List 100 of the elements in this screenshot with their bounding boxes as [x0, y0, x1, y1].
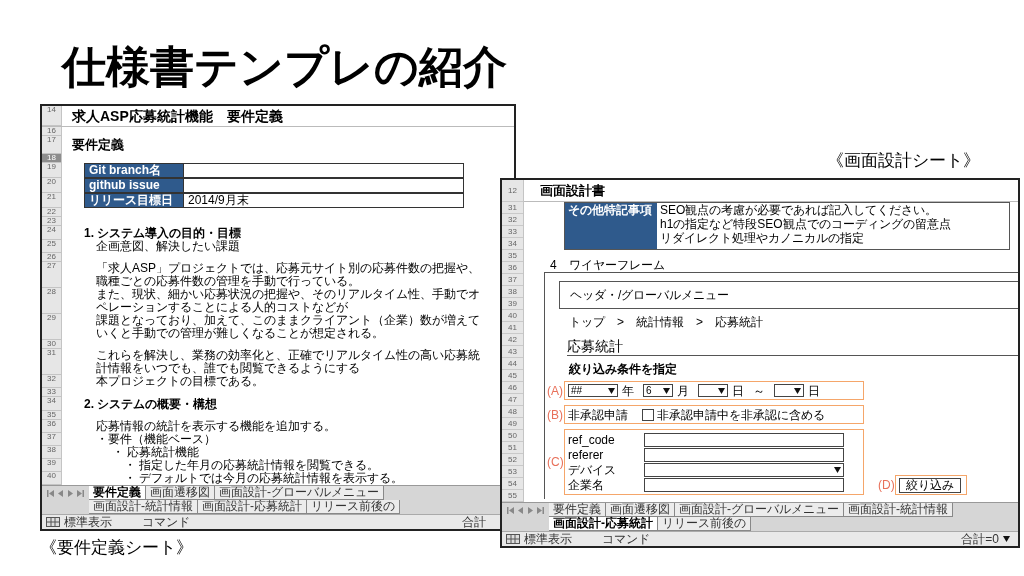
grid-view-icon[interactable] [506, 534, 520, 544]
row-number: 53 [502, 466, 523, 478]
sheet-caption: 《画面設計シート》 [827, 150, 981, 172]
row-number: 36 [502, 262, 523, 274]
row-number: 37 [42, 433, 62, 446]
dropdown-select[interactable] [774, 384, 804, 397]
filter-button[interactable]: 絞り込み [899, 477, 961, 493]
dropdown-select[interactable] [644, 462, 844, 477]
row-number: 31 [42, 349, 62, 375]
body-text: 課題となっており、加えて、このままクライアント（企業）数が増えていくと手動での管理が難しくなることが想定される。 [95, 314, 481, 340]
annotation-marker: (B) [547, 407, 564, 422]
dropdown-arrow-icon [794, 387, 801, 394]
body-text: 「求人ASP」プロジェクトでは、応募元サイト別の応募件数の把握や、職種ごとの応募件数の管理を手動で行っている。 [95, 262, 481, 288]
annotation-marker: (A) [547, 383, 564, 398]
row-number: 35 [502, 250, 523, 262]
row-number: 40 [42, 472, 62, 485]
row-number: 38 [42, 446, 62, 459]
row-number: 46 [502, 382, 523, 394]
slide-title: 仕様書テンプレの紹介 [62, 41, 507, 93]
numbered-heading: 1. システム導入の目的・目標 [83, 226, 242, 240]
field-label-cell: Git branch名 [84, 163, 184, 178]
sheet-tab[interactable]: 画面遷移図 [606, 503, 675, 517]
sheet-tab[interactable]: 要件定義 [549, 503, 606, 517]
sheet-tab[interactable]: リリース前後の [307, 500, 400, 514]
filter-label: 非承認申請 [568, 407, 629, 422]
checkbox[interactable] [642, 408, 654, 421]
row-number: 41 [502, 322, 523, 334]
row-number: 40 [502, 310, 523, 322]
sheet-tab[interactable]: リリース前後の [658, 517, 751, 531]
sheet-tab[interactable]: 画面設計-グローバルメニュー [675, 503, 844, 517]
command-mode-text: コマンド [142, 515, 190, 529]
grid-view-icon[interactable] [46, 517, 60, 527]
breadcrumb: トップ > 統計情報 > 応募統計 [569, 315, 763, 329]
notes-text: h1の指定など特段SEO観点でのコーディングの留意点 [659, 217, 952, 231]
annotation-marker: (D) [878, 478, 895, 492]
row-number: 45 [502, 370, 523, 382]
row-number: 54 [502, 478, 523, 490]
view-mode-text: 標準表示 [64, 515, 112, 529]
dropdown-select[interactable] [698, 384, 728, 397]
row-number: 48 [502, 406, 523, 418]
sheet-tab[interactable]: 画面設計-応募統計 [549, 517, 658, 531]
row-number: 51 [502, 442, 523, 454]
row-number: 12 [502, 180, 523, 202]
sheet-tab[interactable]: 要件定義 [89, 486, 146, 500]
row-number: 44 [502, 358, 523, 370]
dropdown-arrow-icon [663, 387, 670, 394]
row-number: 32 [42, 375, 62, 388]
unit-label: 日 [732, 383, 744, 398]
sheet-tab[interactable]: 画面設計-応募統計 [198, 500, 307, 514]
sheet-tab[interactable]: 画面遷移図 [146, 486, 215, 500]
notes-label-cell: その他特記事項 [565, 203, 657, 249]
row-number: 21 [42, 193, 62, 208]
sheet-title: 画面設計書 [540, 182, 605, 199]
sheet-caption: 《要件定義シート》 [40, 537, 193, 559]
sum-text: 合計=0 [961, 532, 1000, 546]
unit-label: 年 [622, 383, 634, 398]
row-number: 20 [42, 178, 62, 193]
row-number: 34 [42, 397, 62, 411]
notes-text: リダイレクト処理やカノニカルの指定 [659, 231, 865, 245]
row-number: 32 [502, 214, 523, 226]
row-number: 19 [42, 163, 62, 178]
dropdown-arrow-icon [718, 387, 725, 394]
sheet-title: 求人ASP応募統計機能 要件定義 [71, 107, 283, 126]
sheet-tab[interactable]: 画面設計-グローバルメニュー [215, 486, 384, 500]
input-field[interactable] [644, 447, 844, 462]
body-text: 企画意図、解決したい課題 [95, 240, 240, 253]
row-number: 37 [502, 274, 523, 286]
dropdown-select[interactable]: ## [568, 384, 618, 397]
checkbox-label: 非承認申請中を非承認に含める [657, 407, 825, 422]
row-number: 31 [502, 202, 523, 214]
list-item: ・ 指定した年月の応募統計情報を閲覧できる。 [123, 459, 380, 472]
unit-label: 月 [677, 383, 689, 398]
dropdown-select[interactable]: 6 [643, 384, 673, 397]
body-text: 本プロジェクトの目標である。 [95, 375, 264, 388]
row-number: 25 [42, 240, 62, 253]
page-heading: 応募統計 [567, 337, 623, 355]
section-heading: 要件定義 [71, 136, 124, 154]
row-number: 24 [42, 226, 62, 240]
header-area: ヘッダ・/グローバルメニュー [559, 281, 1018, 309]
input-field[interactable] [644, 432, 844, 447]
field-label-cell: github issue [84, 178, 184, 193]
notes-text: SEO観点の考慮が必要であれば記入してください。 [659, 203, 939, 217]
sheet-tab[interactable]: 画面設計-統計情報 [89, 500, 198, 514]
sum-text: 合計 [462, 515, 487, 529]
row-number: 29 [42, 314, 62, 340]
field-label: referer [568, 447, 605, 462]
input-field[interactable] [644, 477, 844, 492]
row-number: 39 [502, 298, 523, 310]
row-number: 17 [42, 136, 62, 154]
sheet-tab[interactable]: 画面設計-統計情報 [844, 503, 953, 517]
caret-icon [1003, 536, 1010, 542]
annotation-marker: (C) [547, 455, 564, 469]
field-label: デバイス [568, 462, 617, 477]
row-number: 38 [502, 286, 523, 298]
field-label-cell: リリース目標日 [84, 193, 184, 208]
dropdown-arrow-icon [834, 466, 841, 473]
row-number: 39 [42, 459, 62, 472]
dropdown-arrow-icon [608, 387, 615, 394]
row-number: 33 [502, 226, 523, 238]
unit-label: 日 [808, 383, 820, 398]
